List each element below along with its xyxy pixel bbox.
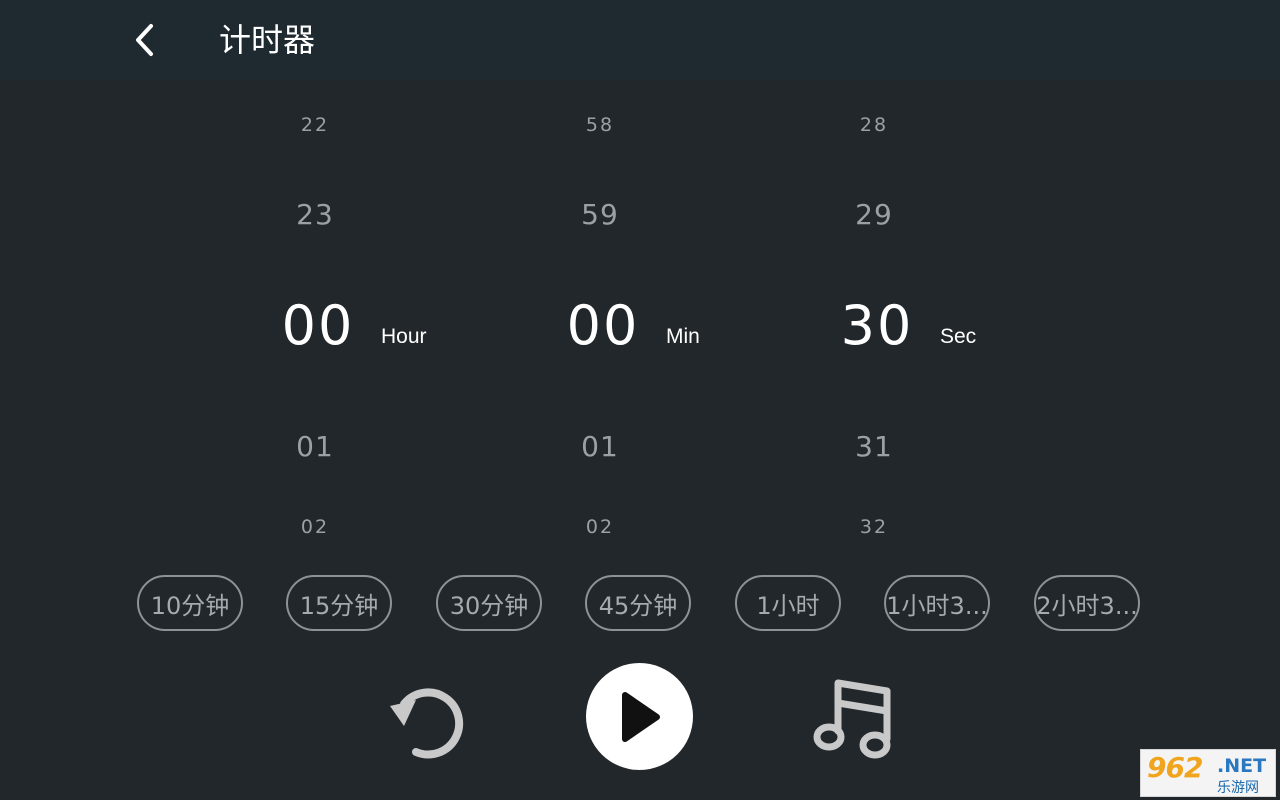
preset-chip-30min[interactable]: 30分钟 [436, 575, 542, 631]
watermark-subtitle: 乐游网 [1217, 780, 1259, 796]
hour-option[interactable]: 01 [265, 430, 365, 463]
second-option[interactable]: 29 [824, 198, 924, 231]
minute-picker[interactable]: 58 59 00 Min 01 02 [550, 100, 770, 560]
hour-unit-label: Hour [381, 325, 427, 348]
preset-chip-1h[interactable]: 1小时 [735, 575, 841, 631]
back-button[interactable] [120, 16, 170, 64]
minute-option[interactable]: 01 [550, 430, 650, 463]
music-note-icon [813, 679, 891, 759]
page-title: 计时器 [219, 21, 316, 59]
minute-option[interactable]: 58 [550, 114, 650, 136]
hour-option[interactable]: 23 [265, 198, 365, 231]
reset-icon [390, 688, 464, 759]
hour-option[interactable]: 02 [265, 516, 365, 538]
reset-button[interactable] [380, 672, 480, 762]
preset-chip-10min[interactable]: 10分钟 [137, 575, 243, 631]
preset-chip-2h30[interactable]: 2小时3... [1034, 575, 1140, 631]
minute-option[interactable]: 02 [550, 516, 650, 538]
chevron-left-icon [136, 24, 153, 56]
preset-chip-45min[interactable]: 45分钟 [585, 575, 691, 631]
play-icon [621, 691, 660, 742]
second-option[interactable]: 32 [824, 516, 924, 538]
minute-option[interactable]: 59 [550, 198, 650, 231]
top-app-bar: 计时器 [0, 0, 1280, 80]
preset-chip-1h30[interactable]: 1小时3... [884, 575, 990, 631]
hour-picker[interactable]: 22 23 00 Hour 01 02 [265, 100, 485, 560]
second-option[interactable]: 31 [824, 430, 924, 463]
minute-unit-label: Min [666, 325, 700, 348]
preset-chip-row: 10分钟 15分钟 30分钟 45分钟 1小时 1小时3... 2小时3... [137, 575, 1147, 633]
hour-selected-value[interactable]: 00 [268, 294, 368, 357]
second-selected-value[interactable]: 30 [827, 294, 927, 357]
second-picker[interactable]: 28 29 30 Sec 31 32 [824, 100, 1044, 560]
play-button[interactable] [586, 663, 693, 770]
minute-selected-value[interactable]: 00 [553, 294, 653, 357]
preset-chip-15min[interactable]: 15分钟 [286, 575, 392, 631]
second-unit-label: Sec [940, 325, 977, 348]
watermark-brand: 962 [1147, 751, 1203, 784]
second-option[interactable]: 28 [824, 114, 924, 136]
watermark-logo: 962 .NET 乐游网 [1140, 749, 1276, 797]
hour-option[interactable]: 22 [265, 114, 365, 136]
music-button[interactable] [800, 672, 900, 764]
watermark-suffix: .NET [1217, 755, 1267, 777]
